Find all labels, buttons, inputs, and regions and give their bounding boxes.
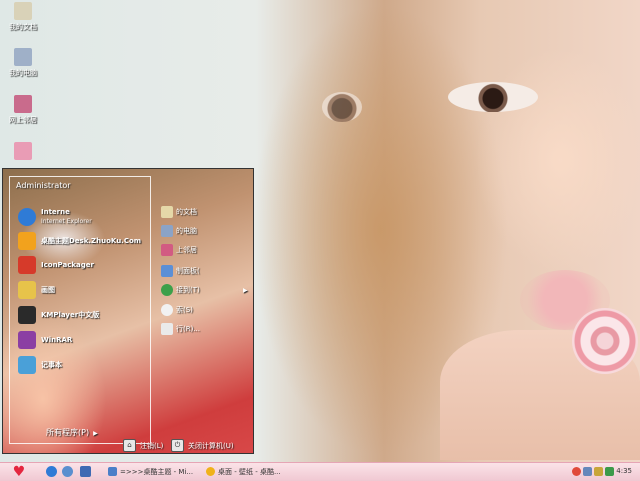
place-label: 制面板( xyxy=(176,267,200,275)
program-notepad[interactable]: 记事本 xyxy=(18,355,62,375)
place-label: 接到(T) xyxy=(176,286,200,294)
connect-to-icon xyxy=(161,284,173,296)
place-network-places[interactable]: 上邻居 xyxy=(161,243,197,257)
logoff-button[interactable]: ⌂ 注销(L) xyxy=(123,439,163,452)
program-kmplayer[interactable]: KMPlayer中文版 xyxy=(18,305,99,325)
place-my-documents[interactable]: 的文档 xyxy=(161,205,197,219)
arrow-right-icon: ▶ xyxy=(93,430,98,437)
media-quicklaunch-icon[interactable] xyxy=(62,466,73,477)
program-label: Interne xyxy=(41,208,70,216)
taskbar: ♥ =>>>桌酷主题 - Mi... 桌面 - 壁纸 - 桌酷... 4:35 xyxy=(0,462,640,481)
desktop-icon-my-documents[interactable]: 我的文档 xyxy=(4,2,42,32)
start-menu-footer: ⌂ 注销(L) ⏻ 关闭计算机(U) xyxy=(3,437,253,453)
wallpaper-eye-right xyxy=(322,92,362,122)
control-panel-icon xyxy=(161,265,173,277)
my-computer-icon xyxy=(161,225,173,237)
arrow-right-icon: ▶ xyxy=(243,286,248,294)
place-search[interactable]: 索(S) xyxy=(161,303,193,317)
my-documents-icon xyxy=(161,206,173,218)
ie-quicklaunch-icon[interactable] xyxy=(46,466,57,477)
place-label: 的电脑 xyxy=(176,227,197,235)
wallpaper-eye-left xyxy=(448,82,538,112)
winrar-icon xyxy=(18,331,36,349)
clock[interactable]: 4:35 xyxy=(616,467,632,475)
taskbar-button-browser[interactable]: 桌面 - 壁纸 - 桌酷... xyxy=(206,465,296,478)
security-tray-icon[interactable] xyxy=(605,467,614,476)
internet-explorer-icon xyxy=(18,208,36,226)
network-places-icon xyxy=(161,244,173,256)
network-places-icon xyxy=(14,95,32,113)
kmplayer-icon xyxy=(18,306,36,324)
my-computer-icon xyxy=(14,48,32,66)
program-label: 画图 xyxy=(41,285,55,294)
desktop-icon-my-computer[interactable]: 我的电脑 xyxy=(4,48,42,78)
program-zhuoku-theme[interactable]: 桌酷主题Desk.ZhuoKu.Com xyxy=(18,231,141,251)
place-label: 索(S) xyxy=(176,306,193,314)
taskbar-button-zhuoku-folder[interactable]: =>>>桌酷主题 - Mi... xyxy=(108,465,196,478)
heart-icon: ♥ xyxy=(12,464,26,480)
desktop-icon-label: 我的电脑 xyxy=(9,69,37,77)
desktop-icon-label: 网上邻居 xyxy=(9,116,37,124)
all-programs-label: 所有程序(P) xyxy=(46,428,90,437)
browser-window-icon xyxy=(206,467,215,476)
desktop-icon-recycle-bin[interactable] xyxy=(4,142,42,162)
place-control-panel[interactable]: 制面板( xyxy=(161,264,200,278)
program-label: IconPackager xyxy=(41,260,94,269)
desktop-icon-network-places[interactable]: 网上邻居 xyxy=(4,95,42,125)
place-my-computer[interactable]: 的电脑 xyxy=(161,224,197,238)
my-documents-icon xyxy=(14,2,32,20)
desktop-quicklaunch-icon[interactable] xyxy=(80,466,91,477)
task-label: =>>>桌酷主题 - Mi... xyxy=(120,467,194,476)
system-tray: 4:35 xyxy=(568,464,640,480)
place-label: 行(R)... xyxy=(176,325,201,333)
place-label: 的文档 xyxy=(176,208,197,216)
place-connect-to[interactable]: 接到(T) ▶ xyxy=(161,283,251,297)
iconpackager-icon xyxy=(18,256,36,274)
paint-icon xyxy=(18,281,36,299)
program-winrar[interactable]: WinRAR xyxy=(18,330,72,350)
logoff-label: 注销(L) xyxy=(140,441,164,450)
logoff-icon: ⌂ xyxy=(123,439,136,452)
volume-tray-icon[interactable] xyxy=(594,467,603,476)
desktop-icon-label: 我的文档 xyxy=(9,23,37,31)
power-icon: ⏻ xyxy=(171,439,184,452)
start-menu-programs-panel: Administrator Interne Internet Explorer 桌… xyxy=(9,176,151,444)
zhuoku-theme-icon xyxy=(18,232,36,250)
notepad-icon xyxy=(18,356,36,374)
start-button[interactable]: ♥ xyxy=(8,464,30,480)
run-icon xyxy=(161,323,173,335)
program-paint[interactable]: 画图 xyxy=(18,280,55,300)
program-sublabel: Internet Explorer xyxy=(41,218,92,225)
shutdown-label: 关闭计算机(U) xyxy=(188,441,234,450)
program-label: KMPlayer中文版 xyxy=(41,310,100,319)
place-run[interactable]: 行(R)... xyxy=(161,322,200,336)
search-icon xyxy=(161,304,173,316)
task-label: 桌面 - 壁纸 - 桌酷... xyxy=(218,467,281,476)
qq-tray-icon[interactable] xyxy=(572,467,581,476)
shutdown-button[interactable]: ⏻ 关闭计算机(U) xyxy=(171,439,234,452)
start-menu-username: Administrator xyxy=(16,181,71,190)
program-label: WinRAR xyxy=(41,335,73,344)
start-menu: Administrator Interne Internet Explorer 桌… xyxy=(2,168,254,454)
place-label: 上邻居 xyxy=(176,246,197,254)
folder-window-icon xyxy=(108,467,117,476)
program-internet-explorer[interactable]: Interne Internet Explorer xyxy=(18,207,92,227)
network-tray-icon[interactable] xyxy=(583,467,592,476)
program-label: 桌酷主题Desk.ZhuoKu.Com xyxy=(41,236,142,245)
recycle-bin-icon xyxy=(14,142,32,160)
wallpaper-lollipop xyxy=(572,308,638,374)
program-label: 记事本 xyxy=(41,360,62,369)
program-iconpackager[interactable]: IconPackager xyxy=(18,255,94,275)
